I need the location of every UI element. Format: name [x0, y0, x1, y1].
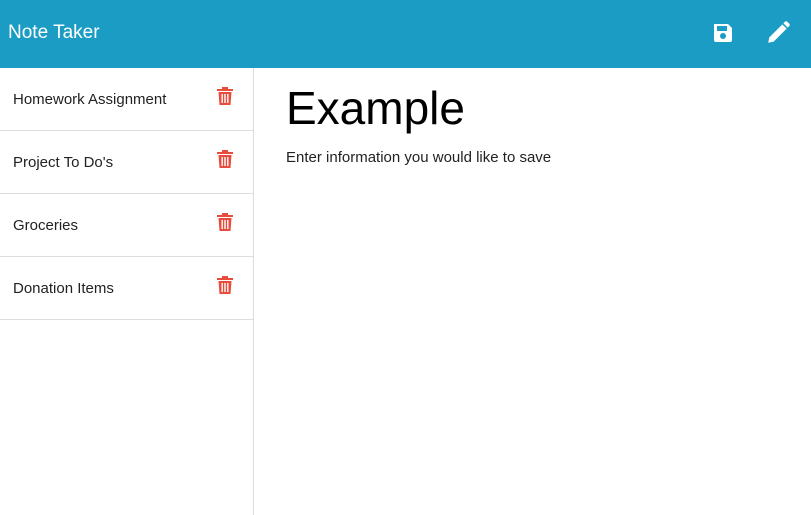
note-list-item-label: Homework Assignment [13, 91, 167, 108]
note-title-input[interactable] [286, 82, 786, 134]
pencil-icon [768, 21, 790, 43]
delete-note-button[interactable] [217, 87, 233, 105]
save-note-button[interactable] [709, 19, 737, 47]
note-list-item[interactable]: Donation Items [0, 257, 253, 320]
note-list-item[interactable]: Homework Assignment [0, 68, 253, 131]
note-list-item[interactable]: Project To Do's [0, 131, 253, 194]
note-list-item-label: Project To Do's [13, 154, 114, 171]
notes-sidebar: Homework Assignment Project To Do's Groc… [0, 68, 254, 515]
new-note-button[interactable] [764, 19, 792, 47]
brand-title[interactable]: Note Taker [8, 21, 100, 45]
navbar: Note Taker [0, 0, 811, 68]
delete-note-button[interactable] [217, 150, 233, 168]
note-list-item[interactable]: Groceries [0, 194, 253, 257]
trash-icon [217, 213, 233, 231]
note-editor: Enter information you would like to save [254, 68, 811, 515]
delete-note-button[interactable] [217, 276, 233, 294]
trash-icon [217, 87, 233, 105]
note-body-textarea[interactable]: Enter information you would like to save [286, 148, 786, 488]
note-list-item-label: Groceries [13, 217, 79, 234]
floppy-disk-icon [714, 24, 732, 42]
note-list-item-label: Donation Items [13, 280, 114, 297]
delete-note-button[interactable] [217, 213, 233, 231]
trash-icon [217, 276, 233, 294]
trash-icon [217, 150, 233, 168]
